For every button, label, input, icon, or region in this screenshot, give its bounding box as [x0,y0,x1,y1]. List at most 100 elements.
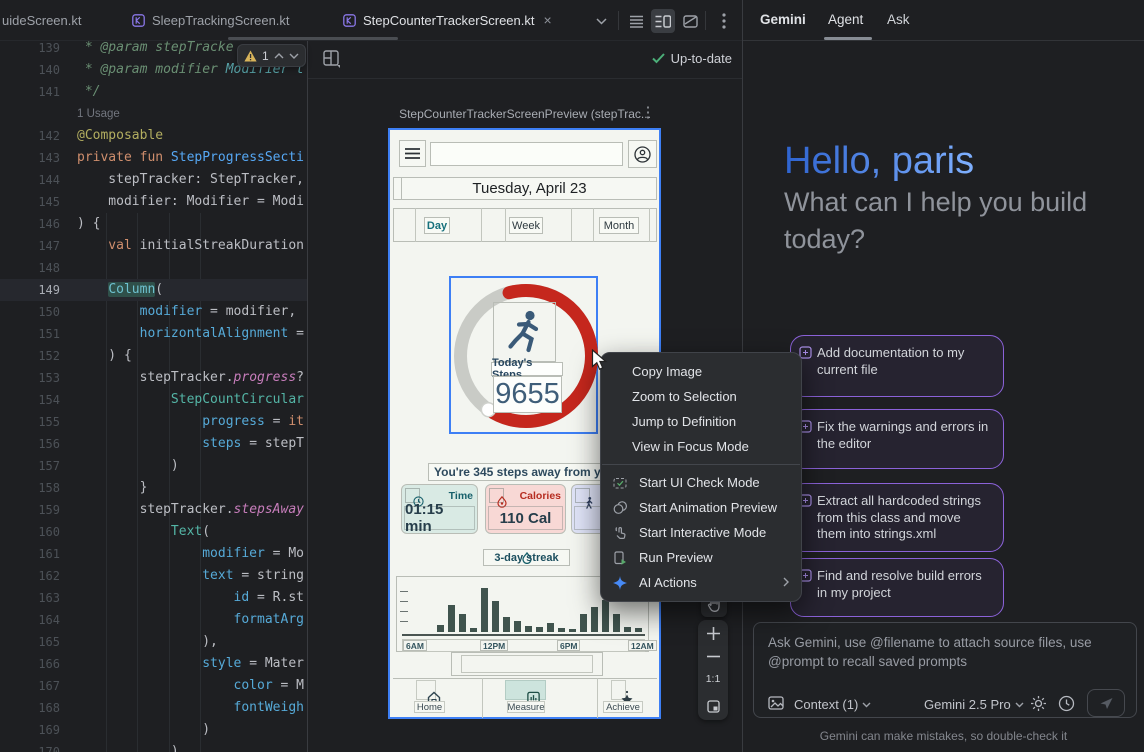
code-view-icon[interactable] [624,9,648,33]
suggestion-card[interactable]: Fix the warnings and errors in the edito… [790,409,1004,469]
menu-item-ai-actions[interactable]: AI Actions [601,570,801,595]
line-number: 141 [0,85,60,99]
suggestion-text: Find and resolve build errors in my proj… [817,568,982,600]
animation-icon [613,501,639,515]
hidden-tabs-chevron-icon[interactable] [589,9,613,33]
next-warning-icon[interactable] [289,53,299,59]
period-tab-day[interactable]: Day [424,217,450,234]
stat-card-header: Calories [489,488,561,503]
menu-item-label: Start Animation Preview [639,500,777,515]
period-tab-divider [415,208,416,242]
menu-item-run-preview[interactable]: Run Preview [601,545,801,570]
menu-item-label: Start UI Check Mode [639,475,760,490]
preview-layout-icon[interactable] [323,50,341,74]
editor-tab-stepcountertrackerscreen-kt[interactable]: StepCounterTrackerScreen.kt × [333,0,581,40]
chart-bar [558,628,565,632]
menu-item-start-ui-check-mode[interactable]: Start UI Check Mode [601,470,801,495]
line-number: 165 [0,635,60,649]
editor-tab-sleeptrackingscreen-kt[interactable]: SleepTrackingScreen.kt [122,0,317,40]
period-tab-divider [505,208,506,242]
period-tab-month[interactable]: Month [599,217,639,234]
profile-button[interactable] [628,140,657,168]
split-view-icon[interactable] [651,9,675,33]
menu-item-start-interactive-mode[interactable]: Start Interactive Mode [601,520,801,545]
preview-kebab-menu-icon[interactable]: ⋮ [640,103,656,121]
code-text: ) { [77,213,100,235]
tab-agent[interactable]: Agent [828,12,863,27]
gemini-input-box[interactable]: Ask Gemini, use @filename to attach sour… [753,622,1137,718]
suggestion-card[interactable]: Find and resolve build errors in my proj… [790,558,1004,617]
prev-warning-icon[interactable] [274,53,284,59]
streak-chip: 3-day streak [483,549,570,566]
code-text: color = M [77,675,304,697]
inspections-widget[interactable]: 1 [237,44,306,67]
period-tab-divider [593,208,594,242]
date-bar-cap [393,177,402,200]
step-ring-selection-box[interactable]: Today's Steps 9655 [449,276,598,434]
code-text: progress = it [77,411,304,433]
run-icon [613,551,639,565]
menu-item-copy-image[interactable]: Copy Image [601,359,801,384]
send-button[interactable] [1087,689,1125,717]
preview-status: Up-to-date [652,51,732,66]
tab-ask[interactable]: Ask [887,12,910,27]
suggestion-card[interactable]: Add documentation to my current file [790,335,1004,397]
code-text: Column( [77,279,163,301]
search-field[interactable] [430,142,623,166]
menu-button[interactable] [399,140,426,167]
model-dropdown[interactable]: Gemini 2.5 Pro [924,697,1024,712]
nav-item-achieve[interactable] [611,680,626,700]
menu-item-jump-to-definition[interactable]: Jump to Definition [601,409,801,434]
nav-divider [482,678,483,718]
greeting: Hello, paris [784,140,974,183]
zoom-ratio[interactable]: 1:1 [706,673,721,685]
close-tab-icon[interactable]: × [543,12,551,28]
gemini-disclaimer: Gemini can make mistakes, so double-chec… [743,729,1144,743]
gemini-panel: Gemini Agent Ask Hello, paris What can I… [742,0,1144,752]
line-number: 152 [0,349,60,363]
line-number: 170 [0,745,60,752]
menu-item-label: Jump to Definition [632,414,736,429]
menu-item-start-animation-preview[interactable]: Start Animation Preview [601,495,801,520]
attach-image-button[interactable] [768,696,784,710]
line-number: 167 [0,679,60,693]
y-tick [400,621,408,622]
editor-kebab-menu-icon[interactable] [712,9,736,33]
menu-item-view-in-focus-mode[interactable]: View in Focus Mode [601,434,801,459]
preview-toolbar: Up-to-date [308,41,742,79]
chart-bar [635,628,642,632]
clipped-button-inner [461,655,593,673]
preview-title[interactable]: StepCounterTrackerScreenPreview (stepTra… [308,107,742,121]
history-button[interactable] [1058,695,1075,712]
stat-card-calories: Calories110 Cal [485,484,566,534]
tab-scrollbar-thumb[interactable] [228,37,398,40]
menu-item-label: Start Interactive Mode [639,525,766,540]
tab-label: StepCounterTrackerScreen.kt [363,13,534,28]
period-tab-week[interactable]: Week [509,217,543,234]
fit-screen-icon[interactable] [707,700,720,713]
design-view-icon[interactable] [678,9,702,33]
warning-count: 1 [262,49,269,63]
settings-button[interactable] [1030,695,1047,712]
suggestion-card[interactable]: Extract all hardcoded strings from this … [790,483,1004,552]
line-number: 159 [0,503,60,517]
gemini-panel-title: Gemini [760,12,806,27]
zoom-out-icon[interactable] [707,655,720,658]
code-text: ), [77,631,218,653]
menu-item-label: Run Preview [639,550,713,565]
stat-value: 01:15 min [404,506,475,530]
code-text: steps = stepT [77,433,304,455]
menu-item-zoom-to-selection[interactable]: Zoom to Selection [601,384,801,409]
active-tab-underline [824,37,872,40]
editor-tab-uidescreen-kt[interactable]: uideScreen.kt [0,0,110,40]
code-text: id = R.st [77,587,304,609]
period-tab-divider [649,208,650,242]
zoom-in-icon[interactable] [707,627,720,640]
context-dropdown[interactable]: Context (1) [794,697,871,712]
line-number: 156 [0,437,60,451]
nav-label-measure: Measure [507,701,545,713]
nav-item-measure[interactable] [505,680,546,700]
nav-item-home[interactable] [416,680,436,700]
suggestion-text: Add documentation to my current file [817,345,964,377]
kotlin-icon [132,14,145,27]
